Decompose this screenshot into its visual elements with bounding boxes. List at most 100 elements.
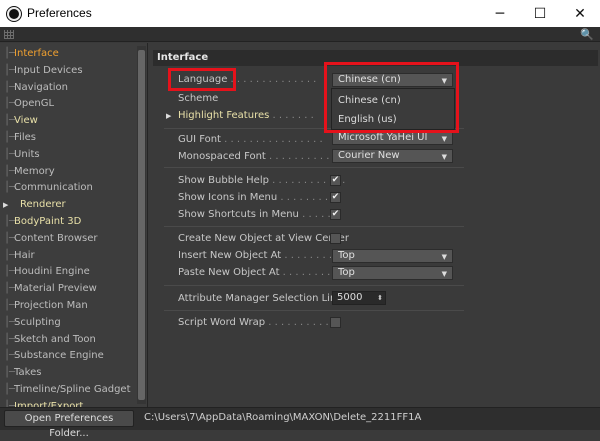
create-center-text: Create New Object at View Center [178,233,349,244]
tree-connector-icon: │─ [4,300,15,311]
sidebar-item[interactable]: │─Hair [4,248,35,264]
sidebar-item-label: Interface [14,48,59,59]
sidebar-item[interactable]: │─Files [4,130,36,146]
tree-connector-icon: │─ [4,148,15,160]
tree-connector-icon: │─ [4,216,15,227]
tree-connector-icon: │─ [4,165,15,177]
sidebar-item[interactable]: │─Communication [4,180,93,196]
paste-new-dropdown[interactable]: Top ▼ [332,266,453,280]
gui-font-dropdown[interactable]: Microsoft YaHei UI ▼ [332,131,453,145]
divider [164,226,464,227]
divider [164,285,464,286]
shortcuts-menu-text: Show Shortcuts in Menu [178,209,299,220]
insert-new-label: Insert New Object At . . . . . . . . [178,250,333,261]
sidebar-item[interactable]: │─Sketch and Toon [4,332,96,348]
toolbar: 🔍 [0,27,600,42]
sidebar-item-label: Communication [14,182,93,194]
chevron-down-icon: ▼ [441,270,447,278]
sidebar-item-label: BodyPaint 3D [14,216,82,227]
sidebar-item[interactable]: ▶ Renderer [3,197,66,213]
gui-font-label-text: GUI Font [178,134,221,145]
open-preferences-folder-button[interactable]: Open Preferences Folder... [4,410,134,439]
tree-connector-icon: │─ [4,64,15,76]
shortcuts-menu-label: Show Shortcuts in Menu . . . . . . [178,209,338,220]
sidebar-item[interactable]: │─Input Devices [4,63,83,79]
highlight-features-label[interactable]: Highlight Features . . . . . . . [178,109,314,123]
tree-connector-icon: │─ [4,249,15,261]
sidebar-item-label: Hair [14,249,35,261]
sidebar-item-label: Sculpting [14,316,61,328]
sidebar-item-label: Files [14,132,36,143]
sidebar-item[interactable]: │─OpenGL [4,96,54,112]
tree-connector-icon: │─ [4,81,15,93]
sidebar-item-label: Renderer [20,199,66,211]
tree-connector-icon: │─ [4,350,15,362]
gui-font-label: GUI Font . . . . . . . . . . . . . . . . [178,134,323,145]
mono-font-value: Courier New [338,150,400,161]
spinner-icon[interactable]: ⬍ [377,292,383,304]
tree-connector-icon: │─ [4,283,15,295]
sidebar-item[interactable]: │─Navigation [4,80,68,96]
sidebar-item-label: Input Devices [14,64,83,76]
paste-new-label: Paste New Object At . . . . . . . . . [178,267,337,278]
sidebar-item[interactable]: │─Interface [4,46,59,62]
sidebar-item[interactable]: │─Takes [4,365,41,381]
sidebar-item[interactable]: │─Houdini Engine [4,264,90,280]
maximize-button[interactable]: ☐ [520,0,560,27]
tree-connector-icon: │─ [4,132,15,143]
create-center-checkbox[interactable] [330,233,341,244]
word-wrap-label: Script Word Wrap . . . . . . . . . . . . [178,317,342,328]
grip-icon[interactable] [4,30,14,39]
sidebar-item-label: Houdini Engine [14,266,90,278]
mono-font-dropdown[interactable]: Courier New ▼ [332,149,453,163]
icons-menu-text: Show Icons in Menu [178,192,278,203]
sidebar-item-label: Timeline/Spline Gadget [14,384,131,395]
sidebar-item[interactable]: │─BodyPaint 3D [4,214,81,230]
icons-menu-checkbox[interactable]: ✔ [330,192,341,203]
sidebar-item[interactable]: │─Content Browser [4,231,98,247]
preferences-path: C:\Users\7\AppData\Roaming\MAXON\Delete_… [144,412,422,423]
annotation-highlight-dropdown [324,62,459,133]
sidebar-item-label: View [14,115,38,127]
search-icon[interactable]: 🔍 [580,28,594,41]
bubble-help-checkbox[interactable]: ✔ [330,175,341,186]
gui-font-value: Microsoft YaHei UI [338,132,428,143]
sidebar-item-label: Material Preview [14,283,97,295]
attr-limit-label: Attribute Manager Selection Limit [178,292,346,306]
sidebar-item[interactable]: │─Sculpting [4,315,61,331]
attr-limit-input[interactable]: 5000 ⬍ [332,291,386,305]
sidebar-item-label: Navigation [14,81,68,93]
sidebar-item[interactable]: │─Units [4,147,40,163]
expand-arrow-icon[interactable]: ▶ [3,197,8,213]
insert-new-value: Top [338,250,355,261]
tree-connector-icon: │─ [4,232,15,244]
insert-new-dropdown[interactable]: Top ▼ [332,249,453,263]
word-wrap-checkbox[interactable] [330,317,341,328]
sidebar-item[interactable]: │─Memory [4,164,55,180]
chevron-down-icon: ▼ [441,253,447,261]
sidebar-item-label: Substance Engine [14,350,104,362]
sidebar-item[interactable]: │─Timeline/Spline Gadget [4,382,131,398]
sidebar-item[interactable]: │─Projection Man [4,298,88,314]
sidebar-item[interactable]: │─Import/Export [4,399,83,407]
shortcuts-menu-checkbox[interactable]: ✔ [330,209,341,220]
title-bar: Preferences ─ ☐ ✕ [0,0,600,27]
sidebar-item[interactable]: │─View [4,113,38,129]
scheme-label: Scheme [178,92,218,106]
minimize-button[interactable]: ─ [480,0,520,27]
sidebar-item[interactable]: │─Material Preview [4,281,97,297]
paste-new-value: Top [338,267,355,278]
tree-connector-icon: │─ [4,333,15,345]
sidebar-item[interactable]: │─Substance Engine [4,348,104,364]
expand-arrow-icon[interactable]: ▶ [166,109,171,123]
sidebar-item-label: Sketch and Toon [14,333,96,345]
word-wrap-text: Script Word Wrap [178,317,266,328]
tree-connector-icon: │─ [4,182,15,194]
sidebar-scrollbar-thumb[interactable] [138,50,145,400]
close-button[interactable]: ✕ [560,0,600,27]
chevron-down-icon: ▼ [441,153,447,161]
divider [164,310,464,311]
scheme-label-text: Scheme [178,93,219,104]
mono-font-label: Monospaced Font . . . . . . . . . . [178,151,330,162]
tree-connector-icon: │─ [4,384,15,395]
